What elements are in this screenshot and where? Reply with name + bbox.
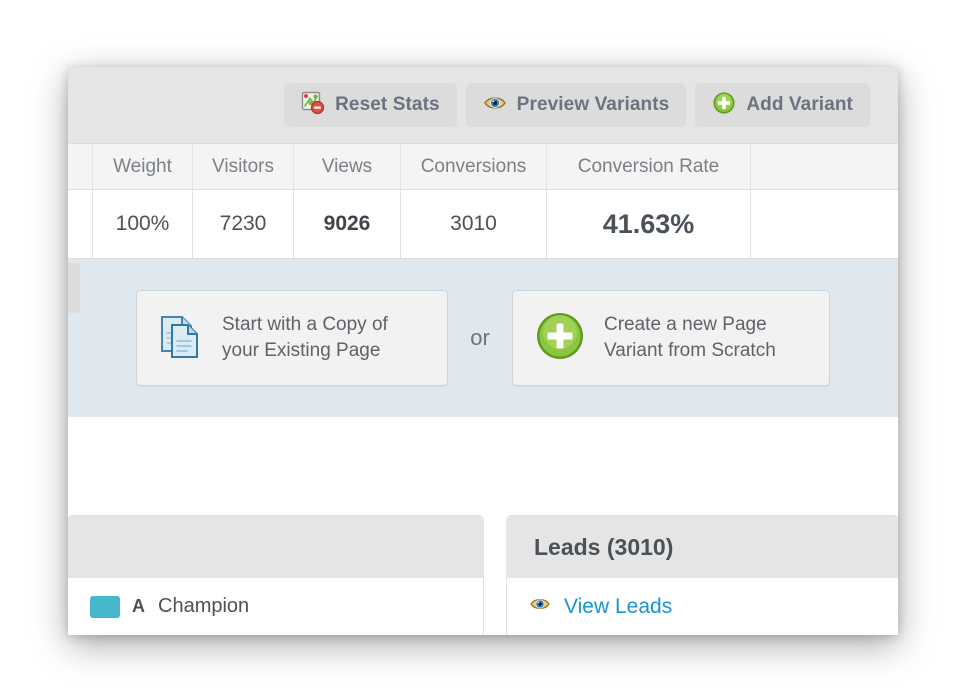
- eye-icon: [483, 93, 507, 118]
- variant-letter: A: [132, 596, 145, 616]
- leads-card-title: Leads (3010): [534, 533, 674, 560]
- header-cell-actions: [751, 144, 898, 189]
- create-from-scratch-button[interactable]: Create a new Page Variant from Scratch: [512, 290, 830, 386]
- copy-label-line2: your Existing Page: [222, 340, 381, 361]
- bottom-card-row: A Champion Leads (3010) View Leads: [68, 516, 898, 635]
- row-cell-views: 9026: [294, 190, 401, 258]
- header-cell-conversion-rate: Conversion Rate: [547, 144, 751, 189]
- copy-pages-icon: [159, 313, 203, 364]
- start-with-copy-label: Start with a Copy of your Existing Page: [222, 312, 388, 364]
- variant-stats-table: Weight Visitors Views Conversions Conver…: [68, 143, 898, 259]
- table-header-row: Weight Visitors Views Conversions Conver…: [68, 143, 898, 190]
- scratch-label-line2: Variant from Scratch: [604, 340, 776, 361]
- reset-stats-label: Reset Stats: [335, 94, 440, 115]
- variants-card: A Champion: [68, 516, 483, 635]
- panel-toolbar: Reset Stats Preview Variants Add Variant: [68, 67, 898, 143]
- collapsed-side-tab[interactable]: [68, 263, 80, 313]
- scratch-label-line1: Create a new Page: [604, 314, 767, 335]
- leads-card-header: Leads (3010): [507, 516, 898, 578]
- reset-stats-button[interactable]: Reset Stats: [284, 83, 457, 127]
- header-cell-visitors: Visitors: [193, 144, 294, 189]
- copy-label-line1: Start with a Copy of: [222, 314, 388, 335]
- row-cell-label: [68, 190, 93, 258]
- leads-card: Leads (3010) View Leads: [507, 516, 898, 635]
- preview-variants-label: Preview Variants: [516, 94, 670, 115]
- table-row[interactable]: 100% 7230 9026 3010 41.63%: [68, 190, 898, 259]
- add-variant-button[interactable]: Add Variant: [695, 83, 870, 127]
- header-cell-conversions: Conversions: [401, 144, 547, 189]
- variants-card-body: A Champion: [68, 578, 483, 635]
- leads-card-body: View Leads: [507, 578, 898, 635]
- row-cell-conversions: 3010: [401, 190, 547, 258]
- variant-manager-panel: Reset Stats Preview Variants Add Variant…: [68, 67, 898, 635]
- create-variant-band: Start with a Copy of your Existing Page …: [68, 259, 898, 417]
- row-cell-visitors: 7230: [193, 190, 294, 258]
- preview-variants-button[interactable]: Preview Variants: [465, 83, 687, 127]
- row-cell-weight: 100%: [93, 190, 193, 258]
- row-cell-actions: [751, 190, 898, 258]
- header-cell-weight: Weight: [93, 144, 193, 189]
- row-cell-conversion-rate: 41.63%: [547, 190, 751, 258]
- eye-icon: [529, 595, 551, 618]
- header-cell-views: Views: [294, 144, 401, 189]
- view-leads-link[interactable]: View Leads: [529, 595, 672, 619]
- view-leads-label: View Leads: [564, 594, 673, 618]
- plus-circle-icon: [712, 91, 736, 120]
- variants-card-header: [68, 516, 483, 578]
- variant-name: Champion: [158, 595, 250, 617]
- header-cell-label: [68, 144, 93, 189]
- plus-circle-icon: [535, 311, 585, 366]
- or-separator: or: [470, 325, 490, 350]
- create-from-scratch-label: Create a new Page Variant from Scratch: [604, 312, 776, 364]
- add-variant-label: Add Variant: [746, 94, 853, 115]
- variant-color-swatch: [90, 595, 120, 618]
- reset-stats-icon: [301, 91, 325, 120]
- start-with-copy-button[interactable]: Start with a Copy of your Existing Page: [136, 290, 448, 386]
- screen-root: Reset Stats Preview Variants Add Variant…: [0, 0, 966, 700]
